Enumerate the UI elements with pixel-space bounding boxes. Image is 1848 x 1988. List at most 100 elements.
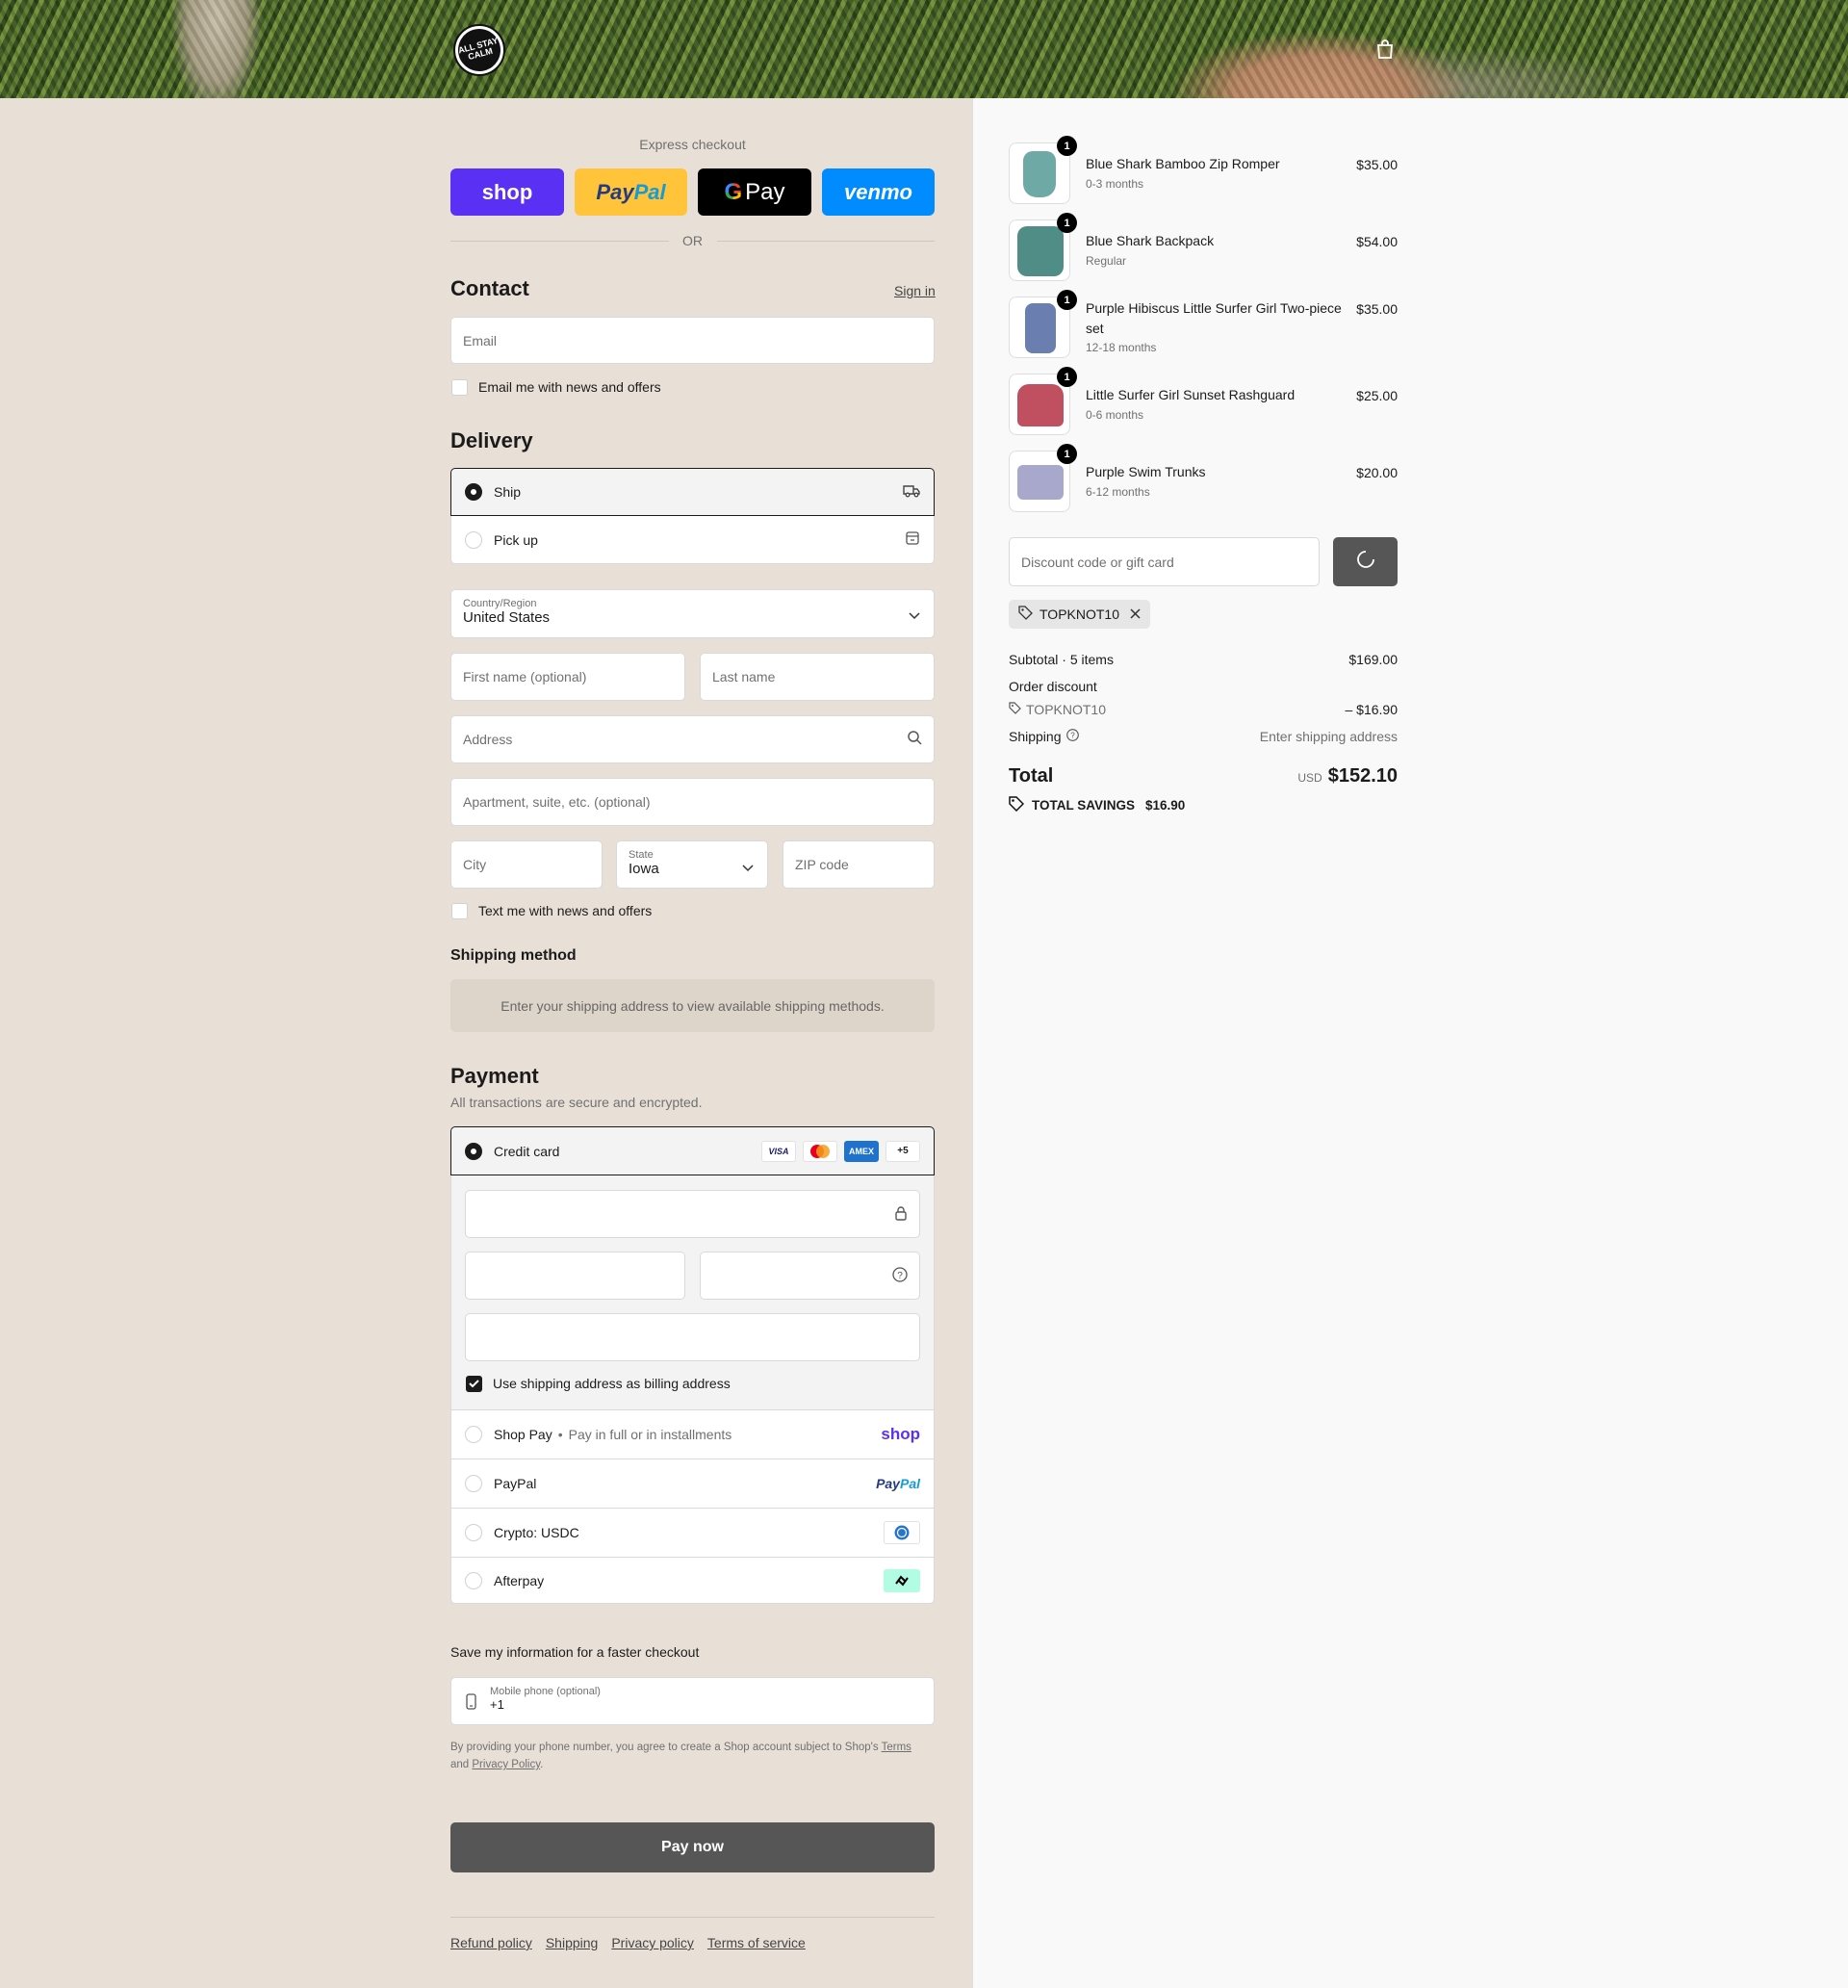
text-news-checkbox[interactable]	[451, 903, 468, 919]
close-icon[interactable]	[1130, 607, 1141, 622]
shop-pay-button[interactable]: shop	[450, 168, 564, 216]
paypal-button[interactable]: Pay Pal	[575, 168, 687, 216]
apartment-field[interactable]: Apartment, suite, etc. (optional)	[450, 778, 935, 826]
refund-policy-link[interactable]: Refund policy	[450, 1935, 532, 1950]
email-news-checkbox[interactable]	[451, 379, 468, 396]
total-value: $152.10	[1327, 765, 1398, 787]
zip-field[interactable]: ZIP code	[783, 840, 935, 889]
shipping-value: Enter shipping address	[1259, 729, 1398, 744]
contact-heading: Contact	[450, 276, 529, 300]
last-name-field[interactable]: Last name	[700, 653, 935, 701]
security-code-field[interactable]: ?	[700, 1252, 920, 1300]
disclaimer-period: .	[540, 1759, 544, 1770]
text-news-label: Text me with news and offers	[478, 903, 653, 918]
pay-now-button[interactable]: Pay now	[450, 1822, 935, 1872]
payment-subtitle: All transactions are secure and encrypte…	[450, 1095, 703, 1110]
credit-card-option[interactable]: Credit card VISA AMEX +5	[450, 1126, 935, 1175]
tag-icon	[1009, 702, 1021, 717]
apply-discount-button[interactable]	[1333, 537, 1398, 586]
pickup-label: Pick up	[494, 531, 538, 548]
shopping-bag-icon[interactable]	[1375, 39, 1395, 65]
state-label: State	[629, 849, 654, 861]
product-variant: 6-12 months	[1086, 485, 1150, 499]
product-thumbnail: 1	[1009, 367, 1077, 435]
shop-pay-radio[interactable]	[465, 1426, 482, 1443]
zip-placeholder: ZIP code	[795, 857, 849, 872]
express-checkout-label: Express checkout	[639, 137, 746, 152]
product-name: Blue Shark Bamboo Zip Romper	[1086, 156, 1280, 171]
pay-now-label: Pay now	[661, 1839, 724, 1855]
first-name-field[interactable]: First name (optional)	[450, 653, 685, 701]
venmo-button[interactable]: venmo	[822, 168, 935, 216]
afterpay-option[interactable]: Afterpay	[450, 1557, 935, 1604]
subtotal-row: Subtotal · 5 items $169.00	[1009, 652, 1398, 667]
sign-in-link[interactable]: Sign in	[894, 283, 936, 298]
privacy-policy-link[interactable]: Privacy Policy	[472, 1759, 540, 1770]
discount-code-field[interactable]: Discount code or gift card	[1009, 537, 1320, 586]
product-name: Blue Shark Backpack	[1086, 233, 1215, 248]
order-summary-panel	[972, 98, 1848, 1988]
terms-link[interactable]: Terms	[882, 1742, 911, 1753]
shipping-method-heading: Shipping method	[450, 947, 577, 964]
shop-pay-option-label: Shop Pay	[494, 1427, 552, 1442]
help-circle-icon[interactable]: ?	[1065, 729, 1079, 744]
quantity-badge: 1	[1057, 136, 1077, 156]
visa-icon: VISA	[761, 1140, 796, 1162]
address-placeholder: Address	[463, 732, 513, 747]
paypal-logo-a: Pay	[876, 1476, 900, 1491]
store-logo[interactable]: ALL STAY CALM	[453, 24, 505, 76]
shop-pay-option[interactable]: Shop Pay • Pay in full or in installments…	[450, 1409, 935, 1459]
product-price: $20.00	[1356, 465, 1398, 480]
order-discount-label: Order discount	[1009, 679, 1097, 694]
pickup-option[interactable]: Pick up	[450, 516, 935, 564]
svg-text:?: ?	[1070, 732, 1075, 740]
discount-placeholder: Discount code or gift card	[1021, 554, 1174, 570]
last-name-placeholder: Last name	[712, 669, 776, 684]
product-price: $25.00	[1356, 388, 1398, 403]
quantity-badge: 1	[1057, 367, 1077, 387]
paypal-radio[interactable]	[465, 1475, 482, 1492]
venmo-label: venmo	[844, 179, 912, 204]
disclaimer-text: By providing your phone number, you agre…	[450, 1742, 879, 1753]
ship-option[interactable]: Ship	[450, 468, 935, 516]
card-number-field[interactable]	[465, 1190, 920, 1238]
help-circle-icon: ?	[892, 1266, 908, 1285]
chevron-down-icon	[909, 607, 920, 623]
product-thumbnail: 1	[1009, 290, 1077, 358]
crypto-radio[interactable]	[465, 1524, 482, 1541]
product-name: Little Surfer Girl Sunset Rashguard	[1086, 387, 1296, 402]
billing-same-checkbox[interactable]	[466, 1376, 482, 1392]
address-field[interactable]: Address	[450, 715, 935, 763]
afterpay-radio[interactable]	[465, 1571, 482, 1589]
email-field[interactable]: Email	[450, 317, 935, 364]
phone-disclaimer: By providing your phone number, you agre…	[450, 1739, 935, 1773]
expiration-date-field[interactable]	[465, 1252, 685, 1300]
google-pay-button[interactable]: G Pay	[698, 168, 811, 216]
shipping-policy-link[interactable]: Shipping	[546, 1935, 599, 1950]
paypal-logo-b: Pal	[899, 1476, 920, 1491]
country-select[interactable]: Country/Region United States	[450, 589, 935, 638]
pickup-radio[interactable]	[465, 530, 482, 549]
first-name-placeholder: First name (optional)	[463, 669, 587, 684]
terms-of-service-link[interactable]: Terms of service	[707, 1935, 806, 1950]
credit-card-radio[interactable]	[465, 1142, 482, 1160]
paypal-option[interactable]: PayPal PayPal	[450, 1459, 935, 1508]
crypto-option[interactable]: Crypto: USDC	[450, 1508, 935, 1557]
currency-label: USD	[1297, 771, 1322, 785]
city-field[interactable]: City	[450, 840, 603, 889]
product-image	[1017, 465, 1064, 500]
product-image	[1017, 384, 1064, 426]
ship-radio[interactable]	[465, 483, 482, 501]
truck-icon	[903, 484, 920, 501]
more-cards-badge: +5	[886, 1140, 920, 1162]
product-image	[1025, 303, 1056, 353]
email-placeholder: Email	[463, 332, 498, 349]
quantity-badge: 1	[1057, 444, 1077, 464]
amex-icon: AMEX	[844, 1140, 879, 1162]
name-on-card-field[interactable]	[465, 1313, 920, 1361]
total-savings-label: TOTAL SAVINGS	[1032, 798, 1136, 813]
mobile-phone-field[interactable]: Mobile phone (optional) +1	[450, 1677, 935, 1725]
product-thumbnail: 1	[1009, 213, 1077, 281]
state-select[interactable]: State Iowa	[616, 840, 768, 889]
privacy-policy-footer-link[interactable]: Privacy policy	[611, 1935, 694, 1950]
